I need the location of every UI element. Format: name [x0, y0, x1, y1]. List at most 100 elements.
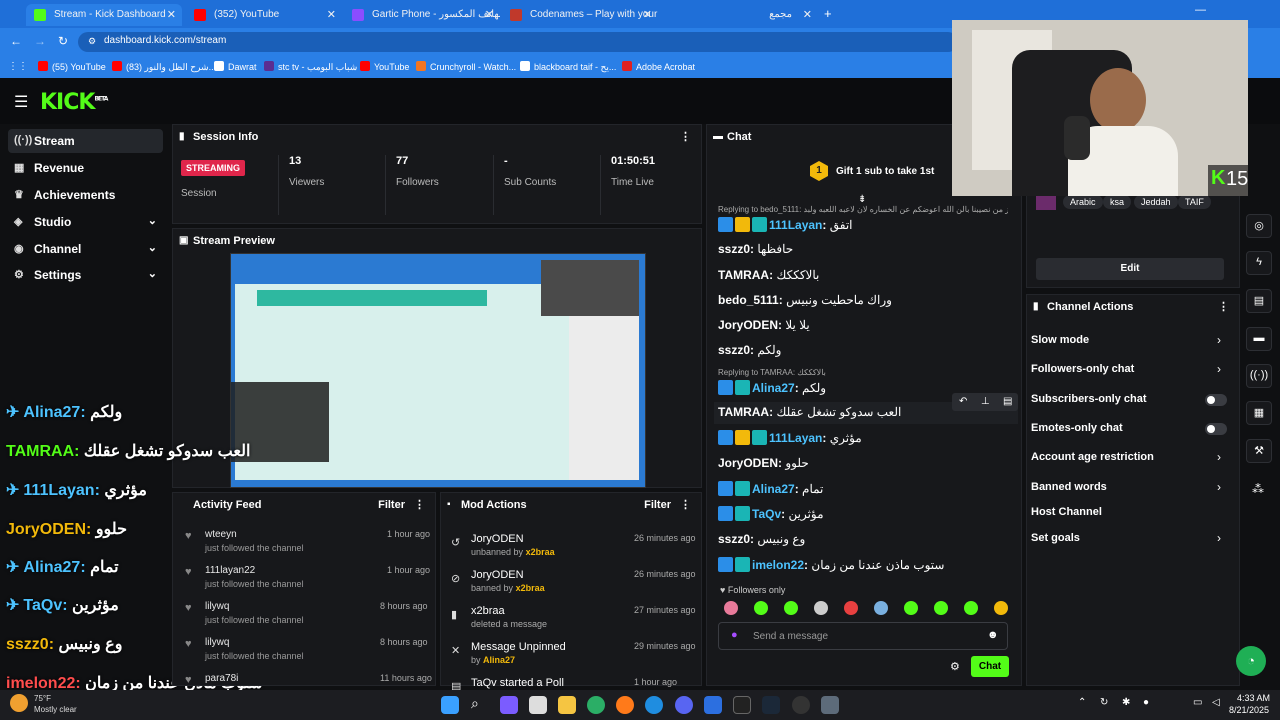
mod-action-title[interactable]: Message Unpinned [471, 641, 566, 653]
sidebar-item-revenue[interactable]: ▦ Revenue [8, 156, 163, 180]
chat-username[interactable]: TaQv [752, 507, 781, 521]
chat-input[interactable]: ● Send a message ☻ [718, 622, 1008, 650]
stream-preview-video[interactable] [230, 253, 646, 488]
folder-icon[interactable] [558, 696, 576, 714]
site-info-icon[interactable]: ⚙ [88, 36, 96, 47]
close-icon[interactable]: ✕ [643, 8, 652, 21]
pin-icon[interactable]: ⊥ [981, 396, 990, 407]
emoji-icon[interactable]: ☻ [987, 629, 999, 641]
chat-username[interactable]: TAMRAA [718, 268, 769, 282]
chat-username[interactable]: sszz0 [718, 343, 750, 357]
emote-icon[interactable] [724, 601, 738, 615]
back-icon[interactable]: ← [10, 34, 22, 48]
copilot-icon[interactable] [500, 696, 518, 714]
firefox-icon[interactable] [616, 696, 634, 714]
clipboard-icon[interactable]: ▤ [1246, 289, 1272, 313]
mod-action-by[interactable]: x2braa [526, 547, 555, 557]
minimize-icon[interactable]: — [1195, 4, 1206, 16]
stream-tag[interactable]: TAIF [1178, 195, 1211, 209]
chevron-right-icon[interactable]: › [1217, 531, 1221, 545]
sidebar-item-studio[interactable]: ◈ Studio ⌄ [8, 210, 163, 234]
network-icon[interactable]: ▭ [1193, 697, 1202, 708]
activity-username[interactable]: para78i [205, 673, 238, 684]
filter-button[interactable]: Filter [644, 499, 671, 511]
clock-date[interactable]: 8/21/2025 [1229, 705, 1269, 715]
forward-icon[interactable]: → [34, 34, 46, 48]
channel-action-2[interactable]: Subscribers-only chat [1031, 393, 1147, 405]
close-icon[interactable]: ✕ [327, 8, 336, 21]
store-icon[interactable] [529, 696, 547, 714]
message-icon[interactable]: ▬ [1246, 327, 1272, 351]
emote-icon[interactable] [754, 601, 768, 615]
emote-icon[interactable] [934, 601, 948, 615]
activity-username[interactable]: lilywq [205, 601, 229, 612]
menu-icon[interactable]: ☰ [14, 92, 28, 112]
url-field[interactable]: dashboard.kick.com/stream [78, 32, 958, 52]
sidebar-item-stream[interactable]: ((·)) Stream [8, 129, 163, 153]
mic-icon[interactable]: ● [1143, 697, 1149, 708]
search-icon[interactable]: ⌕ [471, 695, 479, 712]
volume-icon[interactable]: ◁ [1212, 697, 1220, 708]
chat-username[interactable]: JoryODEN [718, 456, 778, 470]
browser-tab-youtube[interactable]: (352) YouTube ✕ [186, 4, 342, 26]
bookmark[interactable]: (83) شرح الظل والنور... [112, 61, 216, 73]
microphone-icon[interactable]: ● [731, 629, 738, 641]
bluetooth-icon[interactable]: ✱ [1122, 697, 1130, 708]
support-chat-icon[interactable]: ◔ [1236, 646, 1266, 676]
browser-tab-codenames[interactable]: Codenames – Play with your Fr ✕ [502, 4, 658, 26]
chat-settings-icon[interactable]: ⚙ [950, 660, 960, 673]
nodes-icon[interactable]: ⁂ [1252, 482, 1264, 496]
gift-sub-banner[interactable]: Gift 1 sub to take 1st [836, 166, 934, 177]
app-icon[interactable] [821, 696, 839, 714]
channel-action-5[interactable]: Banned words [1031, 481, 1107, 493]
emote-icon[interactable] [964, 601, 978, 615]
steam-icon[interactable] [762, 696, 780, 714]
reload-icon[interactable]: ↻ [58, 34, 68, 48]
more-icon[interactable]: ⋮ [1218, 300, 1229, 313]
channel-action-3[interactable]: Emotes-only chat [1031, 422, 1123, 434]
obs-icon[interactable] [792, 696, 810, 714]
mod-action-title[interactable]: TaQv started a Poll [471, 677, 564, 689]
bookmark[interactable]: (55) YouTube [38, 61, 106, 72]
more-icon[interactable]: ⋮ [680, 498, 691, 511]
chevron-right-icon[interactable]: › [1217, 480, 1221, 494]
chrome-icon[interactable] [587, 696, 605, 714]
browser-tab-other[interactable]: مجمع ✕ [662, 4, 818, 26]
chat-username[interactable]: bedo_5111 [718, 293, 779, 307]
browser-tab-gartic[interactable]: Gartic Phone - الهاتف المكسور ✕ [344, 4, 500, 26]
channel-action-6[interactable]: Host Channel [1031, 506, 1102, 518]
bookmark[interactable]: YouTube [360, 61, 409, 72]
emote-icon[interactable] [874, 601, 888, 615]
chat-username[interactable]: Alina27 [752, 381, 795, 395]
new-tab-icon[interactable]: + [824, 6, 832, 21]
toggle-switch[interactable] [1205, 394, 1227, 406]
close-icon[interactable]: ✕ [803, 8, 812, 21]
windows-start-icon[interactable] [441, 696, 459, 714]
discord-icon[interactable] [675, 696, 693, 714]
more-icon[interactable]: ⋮ [414, 498, 425, 511]
lightning-icon[interactable]: ϟ [1246, 251, 1272, 275]
stream-tag[interactable]: ksa [1103, 195, 1132, 209]
activity-username[interactable]: wteeyn [205, 529, 237, 540]
emote-icon[interactable] [844, 601, 858, 615]
channel-action-7[interactable]: Set goals [1031, 532, 1080, 544]
activity-username[interactable]: 111layan22 [205, 565, 255, 576]
delete-icon[interactable]: ▤ [1003, 396, 1012, 407]
channel-action-4[interactable]: Account age restriction [1031, 451, 1154, 463]
clock-time[interactable]: 4:33 AM [1237, 693, 1270, 703]
bookmark[interactable]: Adobe Acrobat [622, 61, 695, 72]
pin-arrow-icon[interactable]: ⇟ [858, 194, 866, 205]
channel-action-0[interactable]: Slow mode [1031, 334, 1089, 346]
broadcast-icon[interactable]: ((·)) [1246, 364, 1272, 388]
chat-username[interactable]: imelon22 [752, 558, 804, 572]
chevron-right-icon[interactable]: › [1217, 450, 1221, 464]
mod-action-by[interactable]: x2braa [516, 583, 545, 593]
chevron-right-icon[interactable]: › [1217, 362, 1221, 376]
app-icon[interactable] [733, 696, 751, 714]
emote-icon[interactable] [784, 601, 798, 615]
send-chat-button[interactable]: Chat [971, 656, 1009, 677]
sidebar-item-settings[interactable]: ⚙ Settings ⌄ [8, 263, 163, 287]
chat-username[interactable]: 111Layan [769, 218, 822, 232]
chat-username[interactable]: 111Layan [769, 431, 822, 445]
vscode-icon[interactable] [704, 696, 722, 714]
